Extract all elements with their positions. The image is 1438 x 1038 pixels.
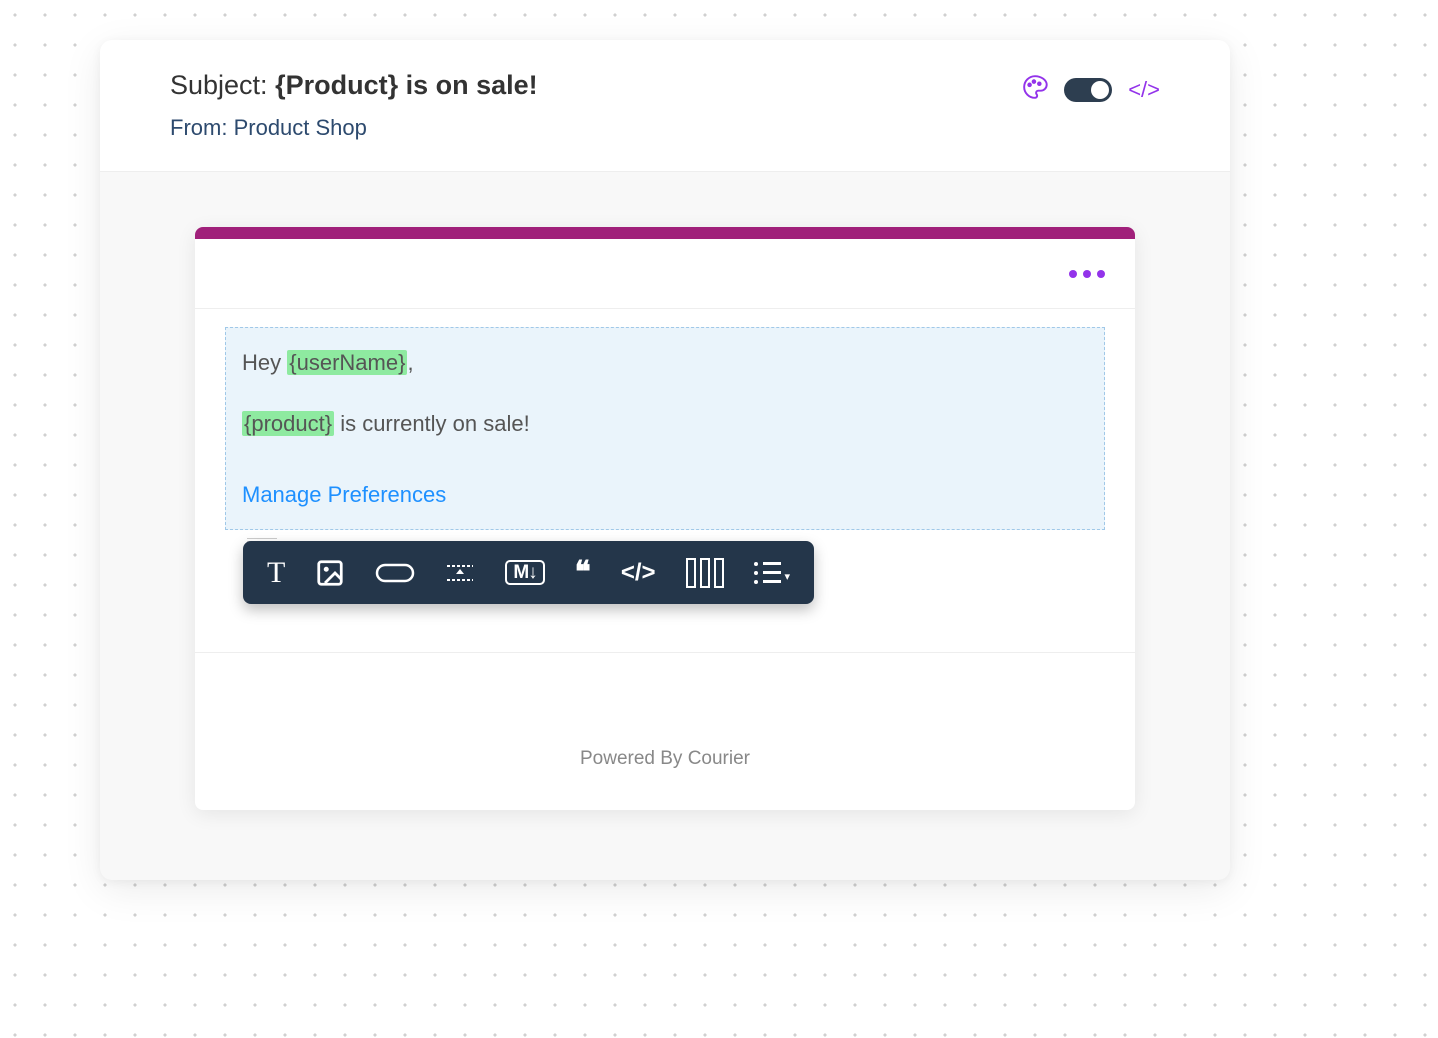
from-line[interactable]: From: Product Shop: [170, 115, 1022, 141]
greeting-prefix: Hey: [242, 350, 287, 375]
markdown-icon: M↓: [505, 560, 544, 585]
header-bar: Subject: {Product} is on sale! From: Pro…: [100, 40, 1230, 172]
username-variable[interactable]: {userName}: [287, 350, 407, 375]
dot-icon: [1097, 270, 1105, 278]
editor-card: Subject: {Product} is on sale! From: Pro…: [100, 40, 1230, 880]
body-line: {product} is currently on sale!: [242, 407, 1088, 440]
columns-icon: [686, 558, 724, 588]
body-rest: is currently on sale!: [334, 411, 530, 436]
image-block-button[interactable]: [315, 558, 345, 588]
email-header-row: [195, 239, 1135, 309]
code-block-button[interactable]: </>: [621, 559, 656, 587]
subject-label: Subject:: [170, 70, 268, 100]
list-block-button[interactable]: ▾: [754, 562, 791, 584]
code-view-icon[interactable]: </>: [1128, 77, 1160, 103]
subject-line[interactable]: Subject: {Product} is on sale!: [170, 70, 1022, 101]
divider-icon: [445, 558, 475, 588]
code-icon: </>: [621, 559, 656, 587]
quote-block-button[interactable]: ❝: [575, 555, 591, 590]
email-body-area[interactable]: Hey {userName}, {product} is currently o…: [195, 309, 1135, 562]
markdown-block-button[interactable]: M↓: [505, 560, 544, 585]
text-block-button[interactable]: T: [267, 556, 285, 590]
email-frame: Hey {userName}, {product} is currently o…: [195, 227, 1135, 810]
view-toggle[interactable]: [1064, 78, 1112, 102]
quote-icon: ❝: [575, 555, 591, 590]
from-value: Product Shop: [234, 115, 367, 140]
button-block-button[interactable]: [375, 563, 415, 583]
toggle-knob: [1091, 81, 1109, 99]
product-variable[interactable]: {product}: [242, 411, 334, 436]
from-label: From:: [170, 115, 227, 140]
subject-block: Subject: {Product} is on sale! From: Pro…: [170, 70, 1022, 141]
more-menu-icon[interactable]: [1069, 270, 1105, 278]
columns-block-button[interactable]: [686, 558, 724, 588]
powered-by-footer: Powered By Courier: [195, 653, 1135, 810]
dot-icon: [1083, 270, 1091, 278]
dot-icon: [1069, 270, 1077, 278]
block-toolbar: T: [243, 541, 814, 604]
brand-accent-bar: [195, 227, 1135, 239]
palette-icon[interactable]: [1022, 74, 1048, 105]
subject-value: {Product} is on sale!: [275, 70, 538, 100]
header-controls: </>: [1022, 74, 1160, 105]
text-content-block[interactable]: Hey {userName}, {product} is currently o…: [225, 327, 1105, 530]
greeting-suffix: ,: [407, 350, 413, 375]
list-icon: ▾: [754, 562, 791, 584]
text-icon: T: [267, 556, 285, 590]
button-icon: [375, 563, 415, 583]
manage-preferences-link[interactable]: Manage Preferences: [242, 478, 1088, 511]
email-canvas: Hey {userName}, {product} is currently o…: [100, 172, 1230, 850]
chevron-down-icon: ▾: [785, 570, 791, 583]
greeting-line: Hey {userName},: [242, 346, 1088, 379]
divider-block-button[interactable]: [445, 558, 475, 588]
image-icon: [315, 558, 345, 588]
